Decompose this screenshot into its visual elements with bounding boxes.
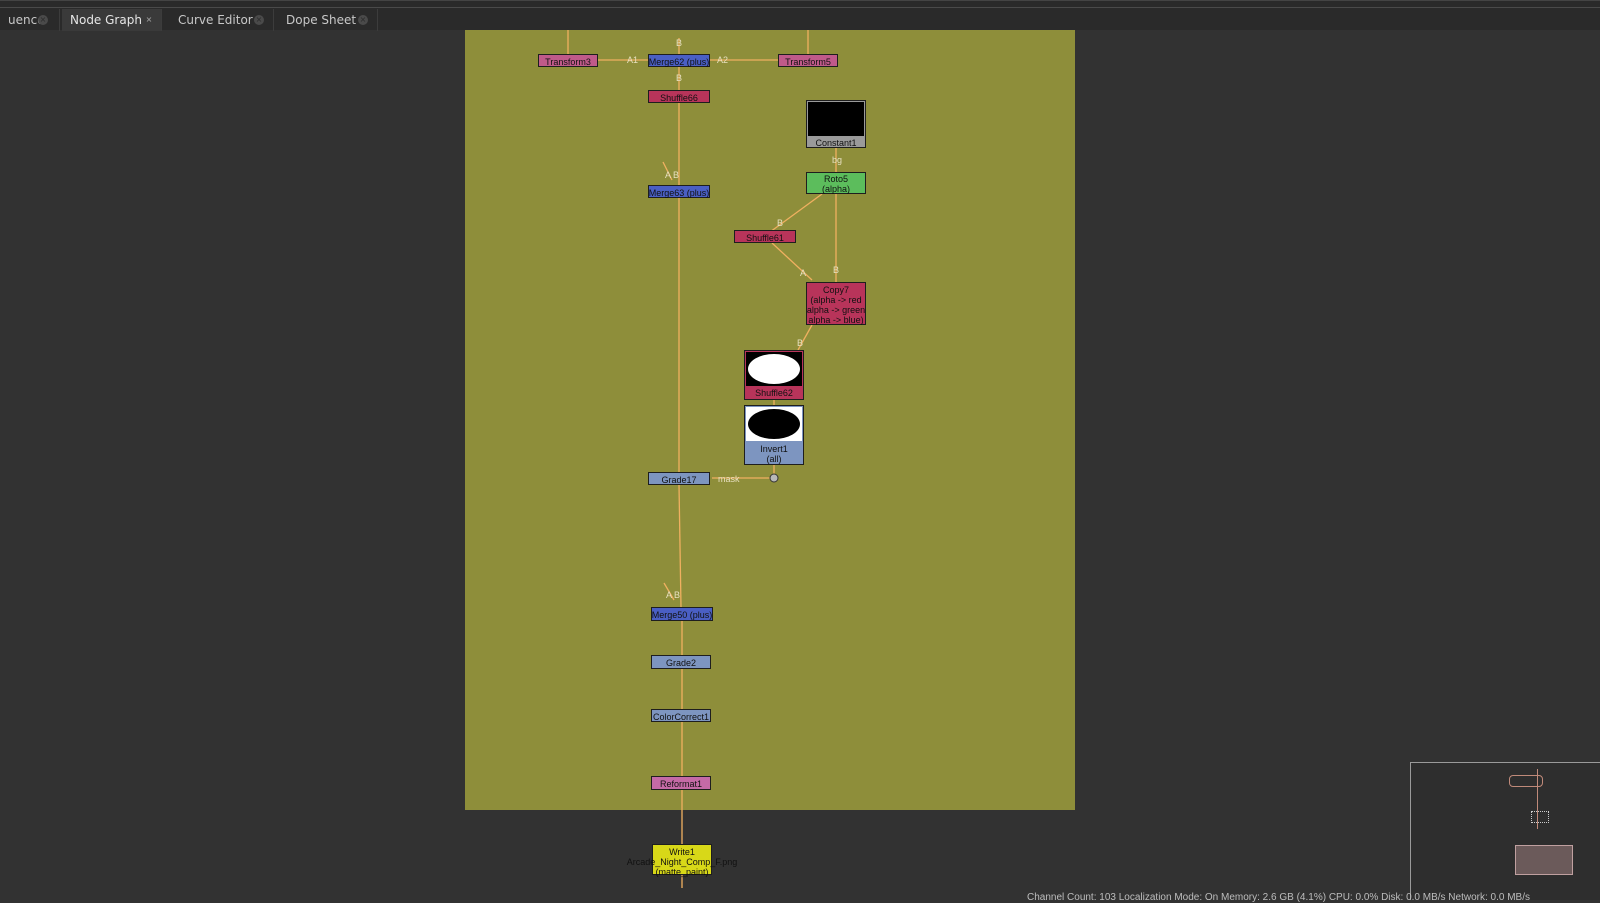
node-label: Arcade_Night_Comp_F.png bbox=[626, 857, 738, 867]
node-label: Transform3 bbox=[545, 57, 591, 67]
edge-label: B bbox=[676, 73, 683, 83]
node-shuffle62[interactable]: Shuffle62 bbox=[744, 350, 804, 400]
node-label: Grade17 bbox=[661, 475, 697, 485]
matte-shape bbox=[748, 409, 800, 439]
node-merge50[interactable]: Merge50 (plus) bbox=[651, 607, 713, 621]
edge-label: A B bbox=[666, 590, 681, 600]
node-label: Shuffle62 bbox=[755, 388, 793, 398]
node-label: (alpha -> red bbox=[810, 295, 862, 305]
node-label: Reformat1 bbox=[659, 779, 703, 789]
node-merge63[interactable]: Merge63 (plus) bbox=[648, 185, 710, 198]
node-grade2[interactable]: Grade2 bbox=[651, 655, 711, 669]
node-label: Invert1 bbox=[760, 444, 788, 454]
node-label: Constant1 bbox=[815, 138, 857, 148]
status-bar: Channel Count: 103 Localization Mode: On… bbox=[1027, 892, 1530, 903]
minimap-cluster bbox=[1531, 811, 1549, 823]
thumbnail bbox=[808, 102, 864, 136]
node-reformat1[interactable]: Reformat1 bbox=[651, 776, 711, 790]
node-label: alpha -> blue) bbox=[808, 315, 864, 325]
node-roto5[interactable]: Roto5 (alpha) bbox=[806, 172, 866, 194]
node-label: Roto5 bbox=[823, 174, 849, 184]
edge-label: B bbox=[797, 338, 804, 348]
minimap-viewport[interactable] bbox=[1515, 845, 1573, 875]
node-label: Grade2 bbox=[665, 658, 697, 668]
node-transform5[interactable]: Transform5 bbox=[778, 54, 838, 67]
node-label: Merge50 (plus) bbox=[651, 610, 713, 620]
edge-label: bg bbox=[832, 155, 843, 165]
node-shuffle61[interactable]: Shuffle61 bbox=[734, 230, 796, 243]
node-label: (alpha) bbox=[821, 184, 850, 194]
node-shuffle66[interactable]: Shuffle66 bbox=[648, 90, 710, 103]
thumbnail bbox=[746, 352, 802, 386]
edge-label: B bbox=[777, 218, 784, 228]
edge-label: B bbox=[676, 38, 683, 48]
node-label: Shuffle61 bbox=[746, 233, 784, 243]
node-write1[interactable]: Write1 Arcade_Night_Comp_F.png (matte_pa… bbox=[627, 844, 737, 877]
node-label: ColorCorrect1 bbox=[652, 712, 710, 722]
edge-label: A B bbox=[665, 170, 680, 180]
node-grade17[interactable]: Grade17 bbox=[648, 472, 710, 485]
node-label: Shuffle66 bbox=[660, 93, 698, 103]
node-label: Merge62 (plus) bbox=[648, 57, 710, 67]
node-label: (all) bbox=[766, 454, 782, 464]
thumbnail bbox=[746, 407, 802, 441]
edge-label: A bbox=[800, 268, 807, 278]
matte-shape bbox=[748, 354, 800, 384]
node-label: alpha -> green bbox=[806, 305, 866, 315]
node-label: Write1 bbox=[669, 847, 695, 857]
node-label: Transform5 bbox=[785, 57, 831, 67]
node-invert1[interactable]: Invert1 (all) bbox=[744, 405, 804, 465]
node-label: Merge63 (plus) bbox=[648, 188, 710, 198]
node-label: Copy7 bbox=[822, 285, 849, 295]
node-merge62[interactable]: Merge62 (plus) bbox=[648, 54, 710, 67]
node-graph-minimap[interactable] bbox=[1410, 762, 1600, 900]
node-transform3[interactable]: Transform3 bbox=[538, 54, 598, 67]
edge-label: B bbox=[833, 265, 840, 275]
node-constant1[interactable]: Constant1 bbox=[806, 100, 866, 148]
node-label: (matte_paint) bbox=[655, 867, 709, 877]
node-copy7[interactable]: Copy7 (alpha -> red alpha -> green alpha… bbox=[806, 282, 866, 325]
node-colorcorrect1[interactable]: ColorCorrect1 bbox=[651, 709, 711, 722]
